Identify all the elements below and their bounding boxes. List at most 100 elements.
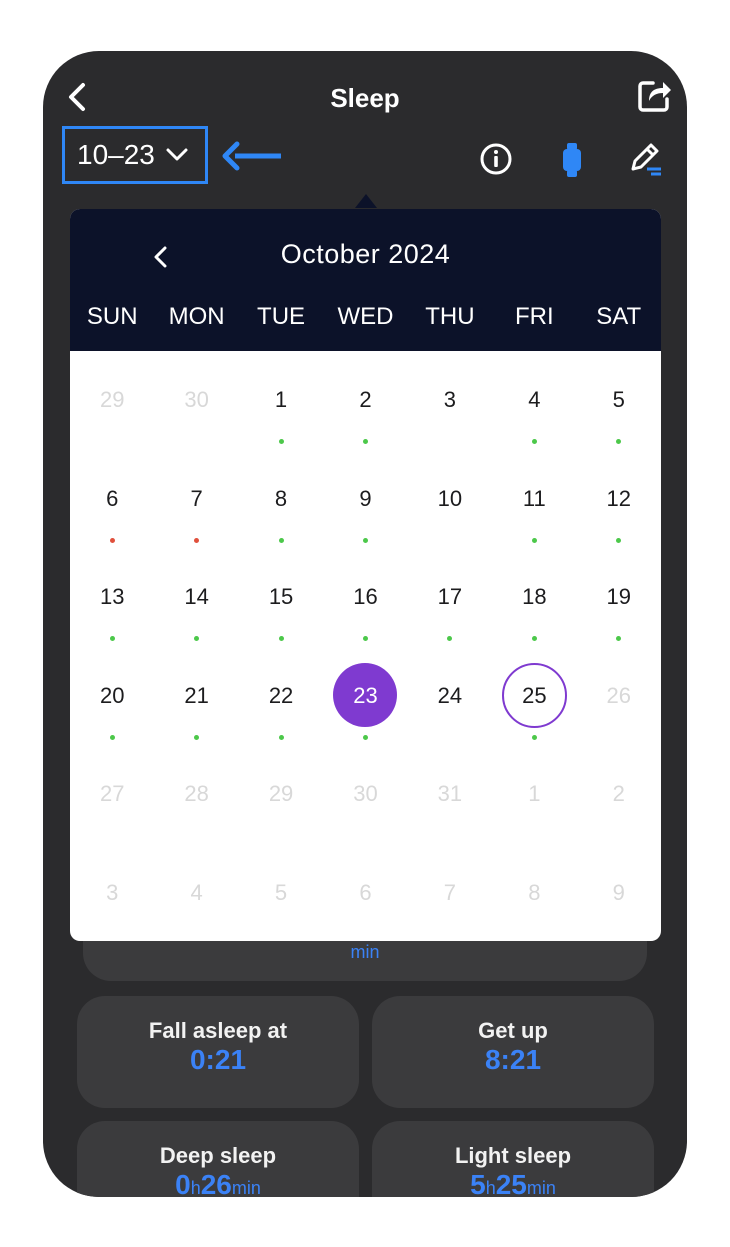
weekday-label: SAT [596,303,642,330]
calendar-day-number: 15 [268,584,294,609]
calendar-day[interactable]: 9 [323,458,407,556]
get-up-label: Get up [478,1018,548,1043]
calendar-day-number: 9 [612,879,625,905]
calendar-day: 4 [154,852,238,942]
calendar-day: 27 [70,753,154,851]
calendar-day: 2 [577,753,661,851]
get-up-value: 8:21 [484,1044,542,1075]
total-sleep-value: min [83,937,647,965]
calendar-day-number: 6 [106,485,119,511]
fall-asleep-card[interactable]: Fall asleep at 0:21 [77,996,359,1108]
edit-icon[interactable] [629,141,663,177]
calendar-day[interactable]: 24 [408,655,492,753]
calendar-day-number: 12 [606,485,632,511]
calendar-day-number: 18 [522,584,547,609]
calendar-day-number: 8 [274,485,288,511]
sleep-status-dot-green [616,636,622,641]
calendar-day-number: 1 [274,387,288,412]
calendar-day[interactable]: 12 [577,458,661,556]
info-icon[interactable] [480,143,512,175]
calendar-day-number: 4 [190,879,203,905]
calendar-day-number: 19 [606,584,632,609]
sleep-status-dot-green [278,636,284,641]
month-title: October 2024 [280,239,451,269]
calendar-day[interactable]: 11 [492,458,576,556]
calendar-day: 9 [577,852,661,942]
calendar-day[interactable]: 2 [323,359,407,457]
calendar-day-number: 4 [528,387,541,412]
calendar-day[interactable]: 18 [492,556,576,654]
calendar-day-number: 2 [359,387,372,412]
calendar-day-number: 8 [528,879,541,905]
calendar-day[interactable]: 6 [70,458,154,556]
calendar-day[interactable]: 4 [492,359,576,457]
calendar-day[interactable]: 1 [239,359,323,457]
calendar-day-number: 13 [99,584,125,609]
popover-caret [355,194,377,208]
deep-sleep-h-unit: h [190,1178,201,1197]
sleep-status-dot-green [194,636,200,641]
watch-icon[interactable] [562,143,582,177]
get-up-card[interactable]: Get up 8:21 [372,996,654,1108]
calendar-day-number: 29 [268,781,294,806]
calendar-day: 8 [492,852,576,942]
calendar-day[interactable]: 3 [408,359,492,457]
calendar-day-number: 7 [443,879,457,905]
calendar-day-number: 16 [353,584,378,609]
calendar-day-number: 5 [274,879,288,905]
calendar-day-number: 7 [190,485,203,511]
calendar-day-selected[interactable]: 23 [323,655,407,753]
calendar-day-number: 29 [99,387,125,412]
calendar-day[interactable]: 20 [70,655,154,753]
calendar-day-number: 30 [353,781,378,806]
light-sleep-card[interactable]: Light sleep 5h25min [372,1121,654,1197]
sleep-status-dot-green [616,537,622,543]
calendar-day[interactable]: 7 [154,458,238,556]
sleep-status-dot-green [109,734,115,740]
calendar-day[interactable]: 14 [154,556,238,654]
light-sleep-h-unit: h [485,1178,496,1197]
sleep-status-dot-green [278,439,284,444]
sleep-status-dot-green [194,734,200,740]
calendar-day-number: 3 [106,879,119,905]
calendar-day[interactable]: 17 [408,556,492,654]
weekday-label: MON [168,303,225,330]
calendar-day[interactable]: 13 [70,556,154,654]
sleep-status-dot-red [194,537,200,543]
calendar-day-today[interactable]: 25 [492,655,576,753]
calendar-day[interactable]: 10 [408,458,492,556]
calendar-day-number: 21 [184,682,209,708]
calendar-day[interactable]: 16 [323,556,407,654]
weekday-label: FRI [514,303,554,330]
light-sleep-hours: 5 [470,1169,486,1197]
calendar-day[interactable]: 19 [577,556,661,654]
share-icon[interactable] [637,77,673,113]
calendar-day[interactable]: 22 [239,655,323,753]
sleep-status-dot-green [531,537,537,543]
deep-sleep-value: 0h26min [77,1169,359,1197]
calendar-day: 28 [154,753,238,851]
phone-screen: Sleep 10–23 min Fall asleep at 0:21 Get … [43,51,687,1197]
calendar-day[interactable]: 8 [239,458,323,556]
sleep-status-dot-green [278,537,284,543]
weekday-label: SUN [86,303,138,330]
calendar-day-number: 10 [437,485,463,511]
deep-sleep-min-unit: min [231,1178,261,1197]
calendar-day-number: 25 [522,682,547,708]
calendar-day-number: 28 [184,781,209,806]
calendar-day: 3 [70,852,154,942]
weekday-label: TUE [257,303,306,330]
calendar-day-number: 14 [184,584,209,609]
calendar-day[interactable]: 21 [154,655,238,753]
deep-sleep-card[interactable]: Deep sleep 0h26min [77,1121,359,1197]
date-label: 10–23 [77,139,155,170]
calendar-day: 6 [323,852,407,942]
calendar-header: October 2024 SUN MON TUE WED THU FRI SAT [70,209,661,351]
calendar-day-number: 27 [99,781,125,806]
light-sleep-minutes: 25 [495,1169,527,1197]
calendar-day[interactable]: 5 [577,359,661,457]
sleep-status-dot-red [109,537,115,543]
calendar-day[interactable]: 15 [239,556,323,654]
date-selector[interactable]: 10–23 [62,126,208,184]
chevron-down-icon [166,148,188,161]
